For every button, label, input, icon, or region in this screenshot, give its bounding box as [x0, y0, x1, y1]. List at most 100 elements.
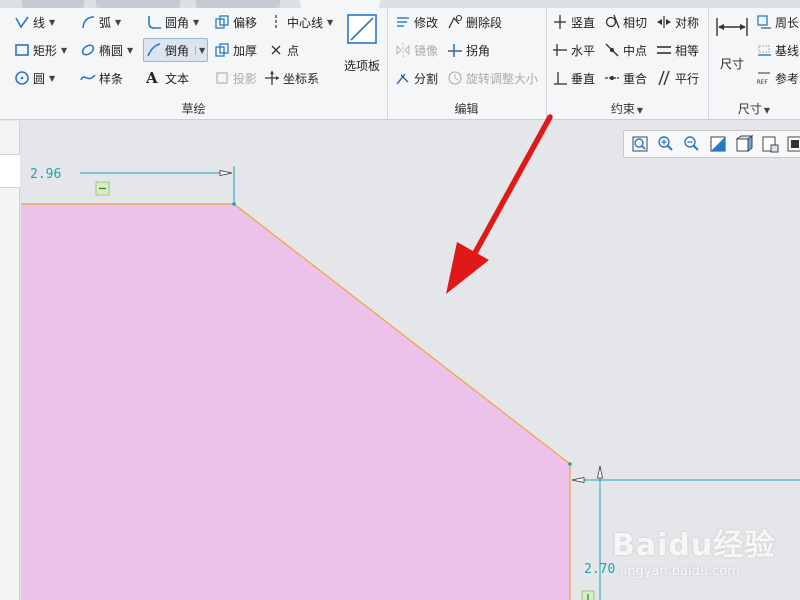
delete-segment-icon: [447, 14, 463, 30]
sketch-group-label: 草绘: [181, 102, 206, 116]
point-button[interactable]: 点: [268, 39, 299, 61]
ellipse-button[interactable]: 椭圆 ▼: [80, 39, 133, 61]
offset-label: 偏移: [233, 15, 258, 30]
tab-stub[interactable]: [96, 0, 180, 8]
fillet-button[interactable]: 圆角 ▼: [146, 11, 199, 33]
equal-constraint-button[interactable]: 相等: [656, 39, 699, 61]
tangent-constraint-button[interactable]: 相切: [604, 11, 647, 33]
dimension-icon: [715, 14, 749, 43]
point-label: 点: [287, 43, 300, 58]
chamfer-button[interactable]: 倒角 ▼: [143, 38, 209, 62]
saved-views-icon[interactable]: [758, 133, 782, 155]
arc-icon: [80, 14, 96, 30]
chevron-down-icon[interactable]: ▼: [195, 45, 205, 55]
repaint-icon[interactable]: [706, 133, 730, 155]
text-button[interactable]: A 文本: [146, 67, 189, 89]
palette-button[interactable]: 选项板: [341, 12, 383, 74]
modify-button[interactable]: 修改: [395, 11, 438, 33]
panel-tab[interactable]: [0, 154, 20, 188]
vertical-constraint-button[interactable]: 竖直: [552, 11, 595, 33]
edit-group-label: 编辑: [454, 102, 479, 116]
reference-icon: REF: [756, 70, 772, 86]
chevron-down-icon[interactable]: ▼: [49, 74, 55, 83]
thicken-button[interactable]: 加厚: [214, 39, 257, 61]
more-icon[interactable]: [784, 133, 800, 155]
spline-button[interactable]: 样条: [80, 67, 123, 89]
model-tree-collapsed-panel[interactable]: [0, 121, 20, 600]
reference-button[interactable]: REF 参考: [756, 67, 799, 89]
circle-button[interactable]: 圆 ▼: [14, 67, 55, 89]
dimension-group-label: 尺寸 ▼: [737, 102, 771, 116]
coincident-constraint-button[interactable]: 重合: [604, 67, 647, 89]
horizontal-constraint-button[interactable]: 水平: [552, 39, 595, 61]
horizontal-constraint-icon: [552, 42, 568, 58]
line-icon: [14, 14, 30, 30]
equal-icon: [656, 42, 672, 58]
chevron-down-icon[interactable]: ▼: [637, 106, 643, 115]
zoom-out-icon[interactable]: [680, 133, 704, 155]
zoom-fit-icon[interactable]: [628, 133, 652, 155]
dimension-button[interactable]: 尺寸: [712, 14, 752, 72]
coord-system-button[interactable]: 坐标系: [264, 67, 319, 89]
vertical-constraint-label: 竖直: [571, 15, 596, 30]
ribbon: 线 ▼ 弧 ▼ 圆角 ▼ 偏移 中心线 ▼ 矩形 ▼ 椭圆 ▼ 倒角 ▼ 加厚 点 圆 ▼: [0, 0, 800, 120]
arc-button[interactable]: 弧 ▼: [80, 11, 121, 33]
coincident-constraint-label: 重合: [623, 71, 648, 86]
tangent-icon: [604, 14, 620, 30]
offset-icon: [214, 14, 230, 30]
baseline-button[interactable]: 基线: [756, 39, 799, 61]
rotate-resize-label: 旋转调整大小: [466, 71, 539, 86]
midpoint-constraint-button[interactable]: 中点: [604, 39, 647, 61]
chevron-down-icon[interactable]: ▼: [764, 106, 770, 115]
rectangle-button[interactable]: 矩形 ▼: [14, 39, 67, 61]
mirror-button[interactable]: 镜像: [395, 39, 438, 61]
thicken-label: 加厚: [233, 43, 258, 58]
perimeter-button[interactable]: 周长: [756, 11, 799, 33]
perimeter-icon: [756, 14, 772, 30]
line-button[interactable]: 线 ▼: [14, 11, 55, 33]
arc-label: 弧: [99, 15, 112, 30]
rotate-resize-button[interactable]: 旋转调整大小: [447, 67, 538, 89]
parallel-constraint-label: 平行: [675, 71, 700, 86]
zoom-in-icon[interactable]: [654, 133, 678, 155]
tab-stub-active[interactable]: [300, 0, 380, 8]
centerline-label: 中心线: [287, 15, 324, 30]
project-label: 投影: [233, 71, 258, 86]
tab-stub[interactable]: [196, 0, 280, 8]
chevron-down-icon[interactable]: ▼: [61, 46, 67, 55]
offset-button[interactable]: 偏移: [214, 11, 257, 33]
equal-constraint-label: 相等: [675, 43, 700, 58]
centerline-icon: [268, 14, 284, 30]
chamfer-label: 倒角: [165, 43, 190, 58]
mirror-icon: [395, 42, 411, 58]
parallel-constraint-button[interactable]: 平行: [656, 67, 699, 89]
chevron-down-icon[interactable]: ▼: [49, 18, 55, 27]
view-toolbar: [623, 130, 800, 158]
watermark-url: jingyan.baidu.com: [620, 564, 740, 579]
vertical-constraint-icon: [552, 14, 568, 30]
tab-stub[interactable]: [22, 0, 84, 8]
symmetric-constraint-button[interactable]: 对称: [656, 11, 699, 33]
chevron-down-icon[interactable]: ▼: [193, 18, 199, 27]
modify-icon: [395, 14, 411, 30]
horizontal-constraint-label: 水平: [571, 43, 596, 58]
chevron-down-icon[interactable]: ▼: [327, 18, 333, 27]
corner-button[interactable]: 拐角: [447, 39, 490, 61]
chevron-down-icon[interactable]: ▼: [127, 46, 133, 55]
chevron-down-icon[interactable]: ▼: [115, 18, 121, 27]
symmetric-icon: [656, 14, 672, 30]
perpendicular-constraint-button[interactable]: 垂直: [552, 67, 595, 89]
baidu-watermark: Baidu经验 jingyan.baidu.com: [612, 512, 800, 600]
baseline-icon: [756, 42, 772, 58]
chamfer-icon: [146, 42, 162, 58]
display-style-icon[interactable]: [732, 133, 756, 155]
centerline-button[interactable]: 中心线 ▼: [268, 11, 333, 33]
thicken-icon: [214, 42, 230, 58]
delete-segment-button[interactable]: 删除段: [447, 11, 502, 33]
reference-label: 参考: [775, 71, 800, 86]
palette-icon: [345, 12, 379, 49]
divide-icon: [395, 70, 411, 86]
divide-button[interactable]: 分割: [395, 67, 438, 89]
circle-label: 圆: [33, 71, 46, 86]
project-button[interactable]: 投影: [214, 67, 257, 89]
